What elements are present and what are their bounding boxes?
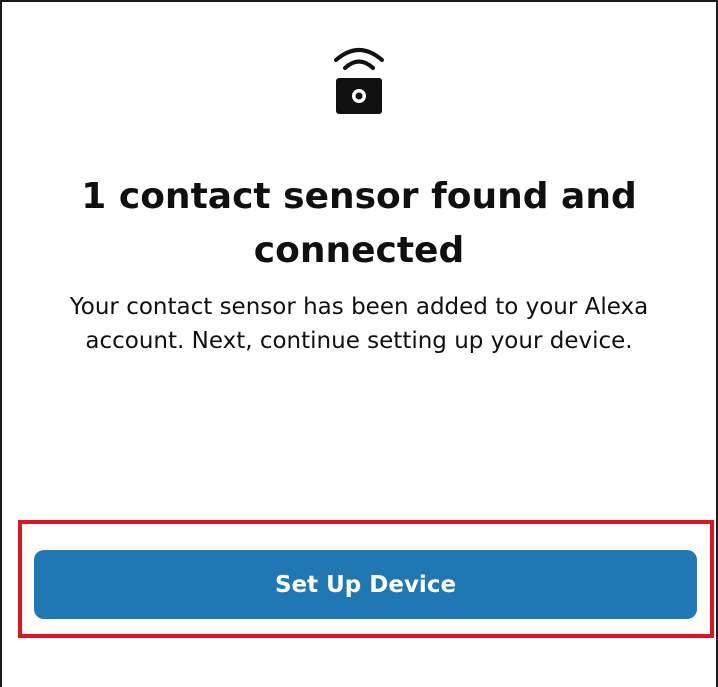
page-title: 1 contact sensor found and connected — [81, 176, 637, 271]
set-up-device-button[interactable]: Set Up Device — [34, 550, 697, 619]
description-text: Your contact sensor has been added to yo… — [69, 294, 649, 354]
setup-complete-screen: 1 contact sensor found and connected You… — [0, 0, 718, 687]
icon-container — [2, 38, 716, 118]
contact-sensor-wireless-icon — [334, 48, 384, 114]
